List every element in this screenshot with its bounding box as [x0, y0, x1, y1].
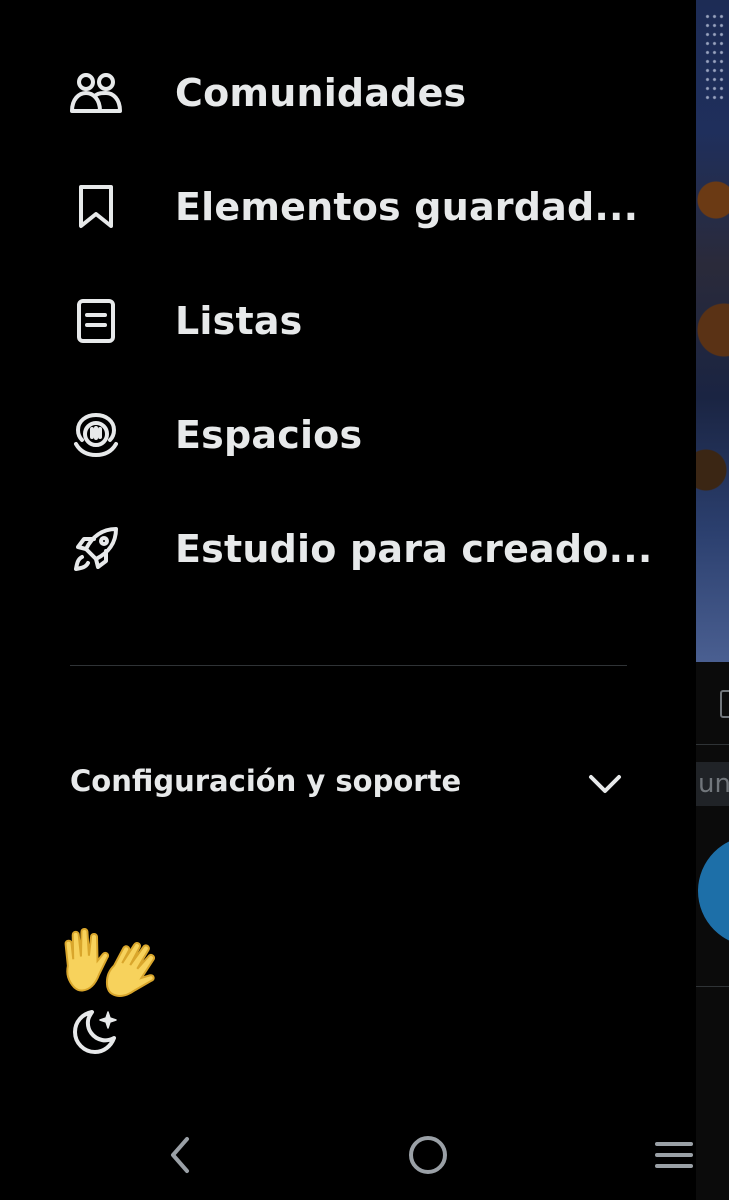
menu-item-communities[interactable]: Comunidades [0, 48, 696, 138]
settings-support-toggle[interactable]: Configuración y soporte [0, 750, 696, 820]
menu-item-label: Espacios [175, 413, 363, 457]
rocket-icon [68, 521, 124, 577]
compose-fab[interactable] [698, 836, 729, 946]
menu-item-lists[interactable]: Listas [0, 276, 696, 366]
spaces-icon [68, 407, 124, 463]
menu-item-label: Estudio para creado... [175, 527, 653, 571]
moon-sparkle-icon[interactable] [70, 1006, 122, 1058]
drawer-divider [70, 665, 627, 666]
search-fragment: un [696, 762, 729, 806]
communities-icon [68, 65, 124, 121]
menu-item-label: Elementos guardad... [175, 185, 639, 229]
menu-item-label: Comunidades [175, 71, 467, 115]
chevron-down-icon [585, 766, 625, 802]
reply-icon [720, 690, 729, 718]
navigation-drawer: Comunidades Elementos guardad... Listas [0, 0, 696, 1200]
post-image [696, 0, 729, 662]
image-texture [704, 12, 724, 102]
system-nav-bar [0, 1100, 729, 1200]
timeline-underlay[interactable]: un [696, 0, 729, 1200]
menu-item-creator-studio[interactable]: Estudio para creado... [0, 504, 696, 594]
menu-item-bookmarks[interactable]: Elementos guardad... [0, 162, 696, 252]
raised-hands-icon[interactable] [58, 926, 158, 1002]
timeline-divider [696, 744, 729, 745]
home-icon[interactable] [403, 1130, 453, 1180]
screen: un Comunidades Elementos guardad... List… [0, 0, 729, 1200]
bookmark-icon [68, 179, 124, 235]
lists-icon [68, 293, 124, 349]
settings-support-label: Configuración y soporte [70, 764, 462, 798]
menu-item-label: Listas [175, 299, 303, 343]
timeline-divider [696, 986, 729, 987]
back-icon[interactable] [155, 1130, 205, 1180]
recents-icon[interactable] [649, 1130, 699, 1180]
menu-item-spaces[interactable]: Espacios [0, 390, 696, 480]
